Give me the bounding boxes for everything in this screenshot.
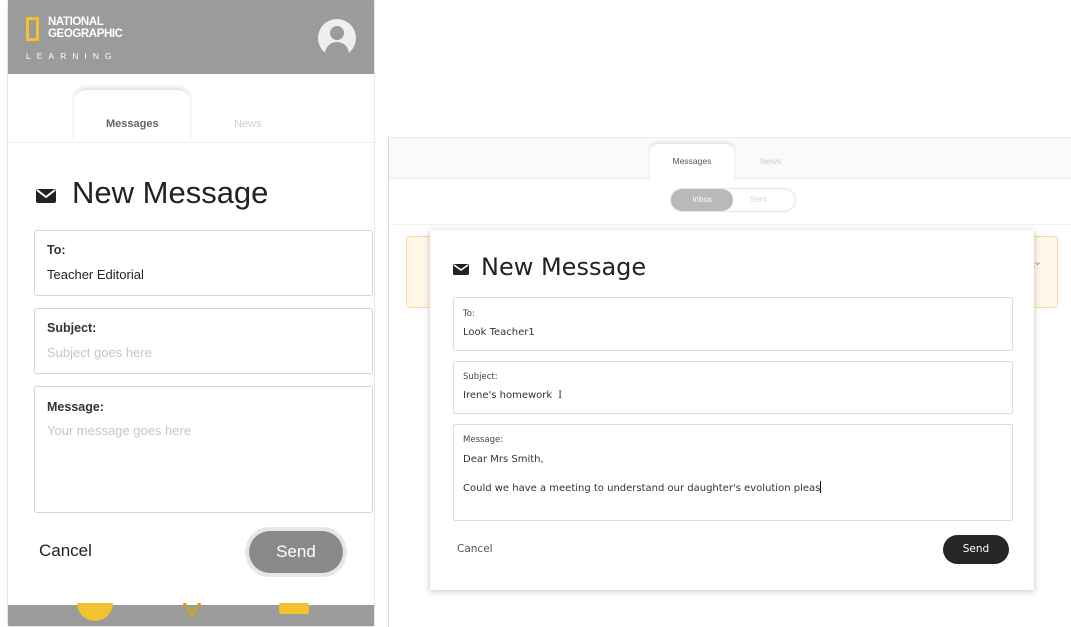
compose-title: New Message xyxy=(36,175,268,211)
message-line-2: Could we have a meeting to understand ou… xyxy=(463,483,821,494)
inbox-toggle-button[interactable]: Inbox xyxy=(671,189,733,211)
text-caret xyxy=(820,481,822,493)
compose-title-text: New Message xyxy=(72,175,269,210)
cancel-button[interactable]: Cancel xyxy=(457,543,493,555)
tab-messages[interactable]: Messages xyxy=(106,118,159,130)
logo-subtitle: LEARNING xyxy=(26,51,118,61)
mobile-tab-bar: Messages News xyxy=(8,74,374,143)
logo-yellow-rectangle xyxy=(26,17,39,41)
to-value: Look Teacher1 xyxy=(463,327,535,338)
message-label: Message: xyxy=(47,400,104,414)
compose-title: New Message xyxy=(453,253,646,281)
mobile-header: NATIONAL GEOGRAPHIC LEARNING xyxy=(8,0,374,74)
tab-news[interactable]: News xyxy=(234,118,262,130)
tab-messages[interactable]: Messages xyxy=(653,156,731,166)
to-label: To: xyxy=(463,309,475,319)
to-value: Teacher Editorial xyxy=(47,267,144,282)
to-field[interactable]: To: Look Teacher1 xyxy=(453,297,1013,351)
subject-input[interactable]: Subject: Irene's homework I xyxy=(453,361,1013,414)
subject-input[interactable]: Subject: Subject goes here xyxy=(34,308,373,374)
footer-home-icon[interactable] xyxy=(74,603,116,623)
message-placeholder: Your message goes here xyxy=(47,423,192,438)
message-textarea[interactable]: Message: Your message goes here xyxy=(34,386,373,513)
mobile-footer-nav xyxy=(8,603,374,626)
desktop-tab-strip: Messages News xyxy=(389,138,1071,179)
subject-label: Subject: xyxy=(47,321,97,335)
inbox-sent-toggle: Inbox Sent xyxy=(670,188,796,212)
tab-news[interactable]: News xyxy=(760,156,781,166)
cancel-button[interactable]: Cancel xyxy=(39,541,92,561)
avatar-head xyxy=(330,26,344,40)
tab-messages-active-bg xyxy=(74,90,190,142)
subject-value: Irene's homework xyxy=(463,390,553,401)
subject-label: Subject: xyxy=(463,372,498,382)
desktop-app-panel: Messages News Inbox Sent ⌄ New Message T… xyxy=(388,137,1071,627)
subject-value-wrap: Irene's homework I xyxy=(463,390,562,401)
sent-toggle-button[interactable]: Sent xyxy=(750,189,766,211)
footer-activity-icon[interactable] xyxy=(181,603,203,623)
text-cursor-icon: I xyxy=(558,390,563,401)
user-avatar-icon[interactable] xyxy=(318,19,356,57)
new-message-modal: New Message To: Look Teacher1 Subject: I… xyxy=(430,230,1034,590)
subject-placeholder: Subject goes here xyxy=(47,345,152,360)
to-field[interactable]: To: Teacher Editorial xyxy=(34,230,373,296)
mobile-app-panel: NATIONAL GEOGRAPHIC LEARNING Messages Ne… xyxy=(8,0,374,626)
message-label: Message: xyxy=(463,435,504,445)
send-button[interactable]: Send xyxy=(249,531,343,573)
mobile-compose-form: New Message To: Teacher Editorial Subjec… xyxy=(8,143,374,605)
avatar-body xyxy=(325,42,349,57)
divider xyxy=(389,224,1071,225)
compose-title-text: New Message xyxy=(481,253,647,281)
logo-line-2: GEOGRAPHIC xyxy=(48,27,123,40)
chevron-down-icon[interactable]: ⌄ xyxy=(1033,255,1042,268)
logo-line-1: NATIONAL xyxy=(48,16,104,28)
message-textarea[interactable]: Message: Dear Mrs Smith, Could we have a… xyxy=(453,424,1013,521)
envelope-icon xyxy=(453,253,469,281)
footer-folder-icon[interactable] xyxy=(276,603,312,623)
message-line-1: Dear Mrs Smith, xyxy=(463,454,544,465)
logo-wordmark: NATIONAL GEOGRAPHIC xyxy=(48,16,123,40)
message-line-2-wrap: Could we have a meeting to understand ou… xyxy=(463,481,822,494)
send-button[interactable]: Send xyxy=(943,535,1009,564)
envelope-icon xyxy=(36,175,56,211)
to-label: To: xyxy=(47,243,66,257)
